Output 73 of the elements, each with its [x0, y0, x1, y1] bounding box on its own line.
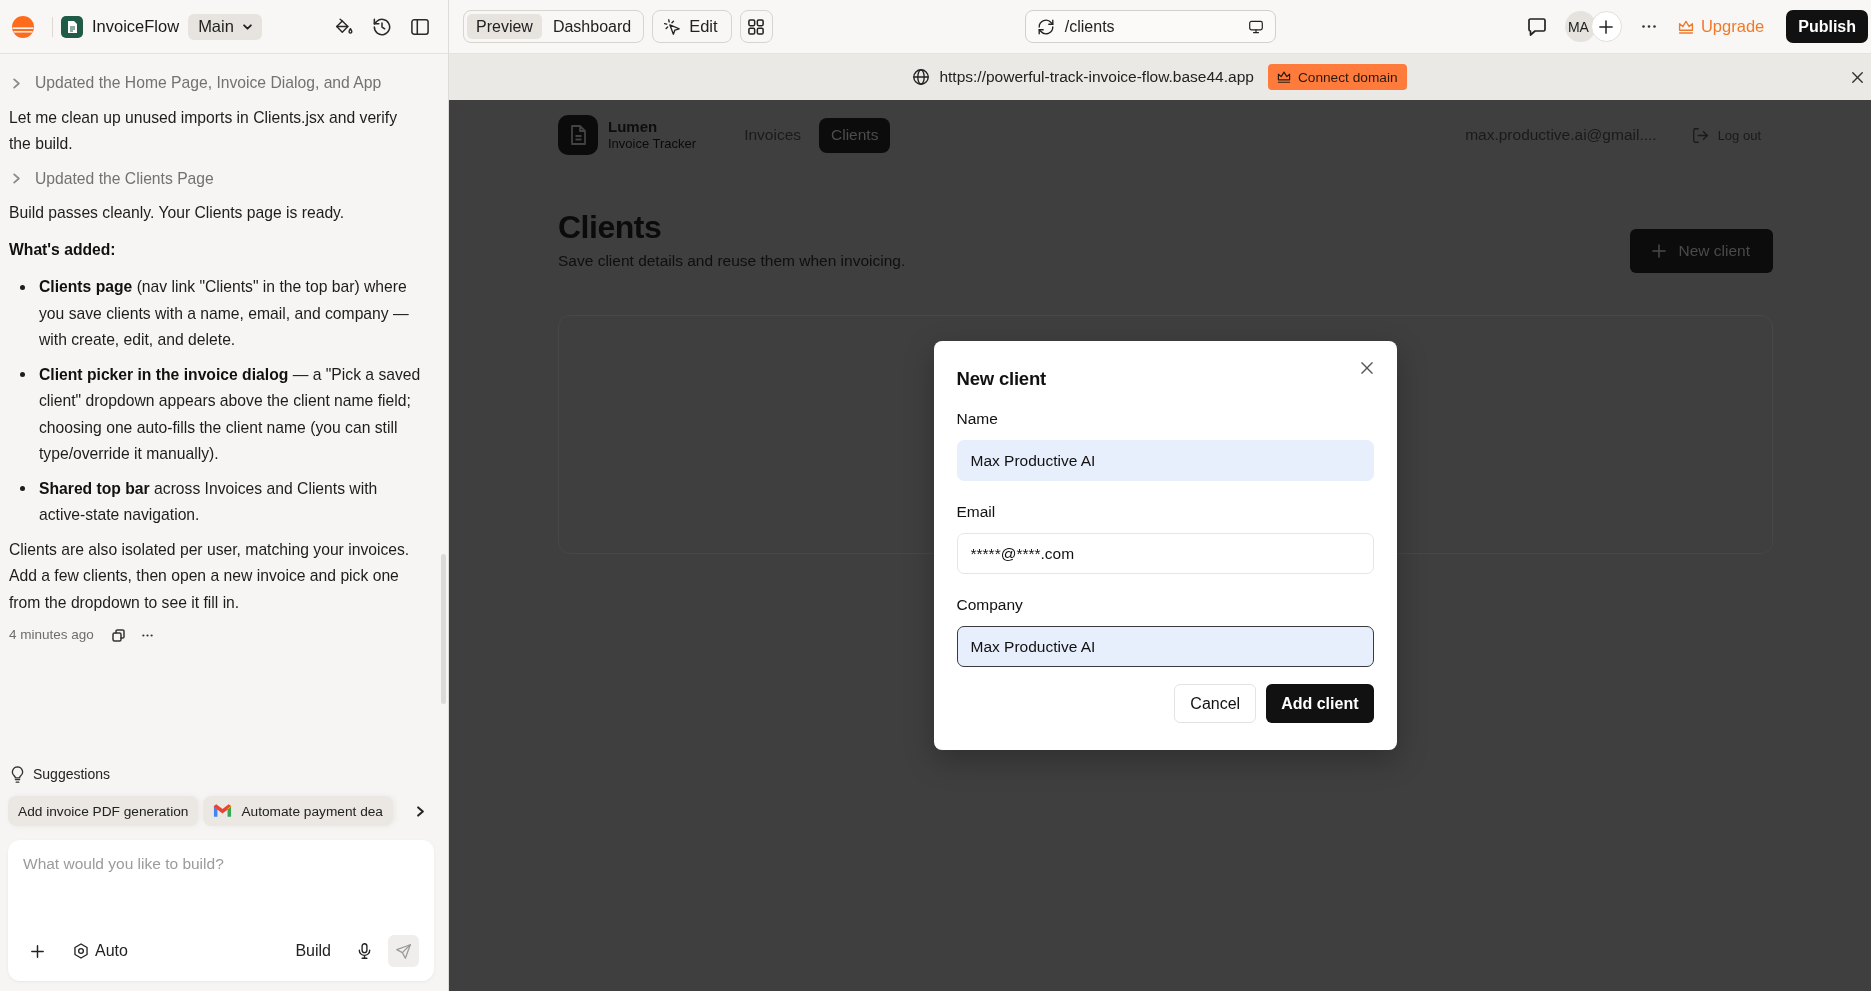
timestamp: 4 minutes ago — [9, 625, 94, 644]
plus-icon — [1651, 244, 1666, 258]
prompt-field[interactable]: What would you like to build? — [23, 854, 419, 935]
document-logo-icon — [558, 115, 598, 155]
bullet-text: Client picker in the invoice dialog — a "Pick a saved client" dropdown appears above the client name field; choosing one auto-fills the client name (you can still type/override it manually). — [39, 364, 422, 464]
branch-dropdown[interactable]: Main — [188, 13, 262, 40]
field-label: Company — [956, 595, 1023, 615]
project-name: InvoiceFlow — [92, 17, 180, 36]
scrollbar-thumb[interactable] — [441, 554, 446, 704]
chevron-right-icon[interactable] — [417, 805, 424, 817]
field-label: Name — [956, 409, 998, 429]
cancel-button[interactable]: Cancel — [1174, 684, 1257, 723]
history-icon[interactable] — [373, 17, 391, 36]
plus-icon[interactable] — [31, 944, 44, 958]
caret-icon — [242, 23, 252, 30]
suggestion-chip[interactable]: Add invoice PDF generation — [8, 796, 199, 826]
user-avatar[interactable]: MA — [1564, 11, 1596, 42]
paint-bucket-icon[interactable] — [335, 17, 353, 36]
gear-icon — [74, 943, 88, 959]
monitor-icon[interactable] — [1248, 19, 1263, 34]
close-icon[interactable] — [1360, 362, 1373, 374]
globe-icon — [913, 69, 930, 85]
cursor-click-icon — [664, 18, 681, 35]
suggestions-title: Suggestions — [33, 766, 111, 782]
section-heading: What's added: — [9, 239, 117, 260]
message-text: Clients are also isolated per user, matching your invoices. Add a few clients, then open a new invoice and pick one from the dropdown to see it fill in. — [9, 539, 411, 613]
bullet-text: Clients page (nav link "Clients" in the top bar) where you save clients with a name, email, and company — with create, edit, and delete. — [39, 277, 410, 350]
input-field[interactable]: Max Productive AI — [956, 626, 1374, 667]
bullet-text: Shared top bar across Invoices and Clients with active-state navigation. — [39, 478, 379, 525]
more-icon[interactable] — [1641, 25, 1656, 28]
send-button[interactable] — [388, 935, 419, 967]
publish-button[interactable]: Publish — [1786, 10, 1868, 43]
crown-icon — [1276, 70, 1291, 84]
send-icon — [396, 943, 411, 959]
input-field[interactable]: Max Productive AI — [956, 440, 1374, 481]
app-icon — [61, 15, 83, 38]
suggestion-chip[interactable]: Automate payment dea — [203, 796, 393, 826]
bullet-icon — [20, 486, 25, 492]
address-field[interactable]: /clients — [1024, 10, 1276, 43]
invite-button[interactable] — [1590, 11, 1622, 42]
dialog-title: New client — [956, 367, 1046, 391]
more-icon[interactable] — [141, 633, 153, 637]
sidebar-icon[interactable] — [411, 17, 429, 36]
site-url[interactable]: https://powerful-track-invoice-flow.base44.app — [939, 68, 1254, 86]
lightbulb-icon — [11, 765, 24, 783]
build-button[interactable]: Build — [295, 942, 331, 960]
step-toggle[interactable]: Updated the Home Page, Invoice Dialog, and App — [9, 70, 382, 97]
crown-icon — [1677, 18, 1694, 35]
plus-icon — [1599, 19, 1614, 34]
grid-button[interactable] — [739, 10, 773, 43]
logout-icon — [1692, 127, 1708, 143]
refresh-icon[interactable] — [1037, 18, 1054, 35]
add-client-button[interactable]: Add client — [1266, 684, 1374, 723]
field-label: Email — [956, 502, 996, 522]
close-icon[interactable] — [1852, 71, 1863, 83]
grid-icon — [748, 18, 765, 35]
copy-icon[interactable] — [111, 628, 125, 642]
comment-icon[interactable] — [1527, 17, 1546, 36]
message-text: Build passes cleanly. Your Clients page is ready. — [9, 203, 346, 223]
connect-domain-button[interactable]: Connect domain — [1267, 64, 1407, 90]
step-toggle[interactable]: Updated the Clients Page — [9, 165, 214, 192]
microphone-icon[interactable] — [358, 943, 371, 959]
bullet-icon — [20, 284, 25, 290]
edit-button[interactable]: Edit — [652, 10, 732, 43]
composer-field[interactable]: What would you like to build? Auto Build — [8, 840, 434, 981]
mail-icon — [213, 804, 233, 818]
input-field[interactable]: *****@****.com — [956, 533, 1374, 574]
bullet-icon — [20, 372, 25, 378]
logo-icon[interactable] — [12, 15, 34, 38]
message-text: Let me clean up unused imports in Clients.jsx and verify the build. — [9, 107, 399, 154]
view-tab[interactable]: Dashboard — [543, 14, 641, 39]
view-tab[interactable]: Preview — [467, 14, 542, 39]
mode-button[interactable]: Auto — [74, 942, 128, 960]
